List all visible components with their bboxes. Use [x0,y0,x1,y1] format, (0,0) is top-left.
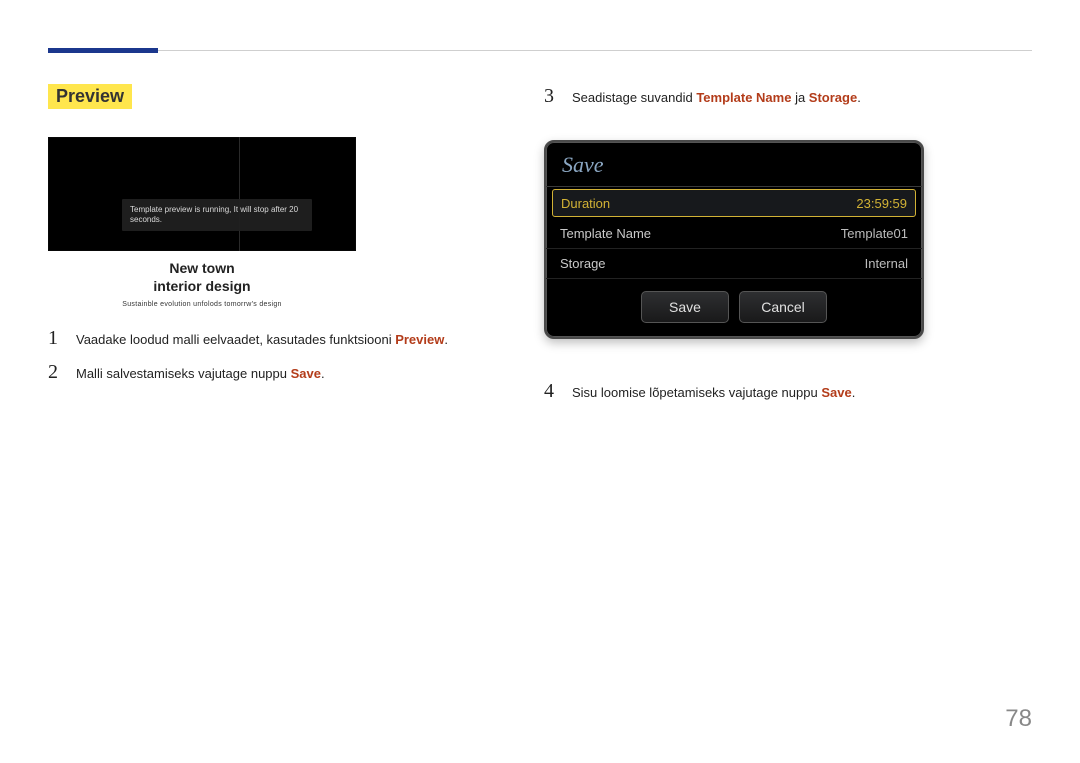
caption-tagline: Sustainble evolution unfolods tomorrw's … [48,301,356,308]
section-title: Preview [48,84,132,109]
step-text-prefix: Seadistage suvandid [572,90,696,105]
dialog-title: Save [546,142,922,187]
preview-screenshot: Template preview is running, It will sto… [48,137,356,251]
preview-toast: Template preview is running, It will sto… [122,199,312,231]
save-button[interactable]: Save [641,291,729,323]
rule-line [48,50,1032,51]
page-number: 78 [1005,705,1032,733]
left-column: Preview Template preview is running, It … [48,84,516,413]
row-value: Template01 [841,226,908,241]
row-value: Internal [865,256,908,271]
step-4: 4 Sisu loomise lõpetamiseks vajutage nup… [544,379,1012,405]
step-number: 4 [544,379,558,405]
step-3: 3 Seadistage suvandid Template Name ja S… [544,84,1012,110]
cancel-button[interactable]: Cancel [739,291,827,323]
step-keyword: Template Name [696,90,791,105]
step-text-prefix: Malli salvestamiseks vajutage nuppu [76,366,291,381]
step-text-suffix: . [444,332,448,347]
step-1: 1 Vaadake loodud malli eelvaadet, kasuta… [48,326,516,352]
step-text-suffix: . [852,385,856,400]
right-steps-bottom: 4 Sisu loomise lõpetamiseks vajutage nup… [544,379,1012,405]
preview-caption: New town interior design Sustainble evol… [48,259,356,308]
right-steps-top: 3 Seadistage suvandid Template Name ja S… [544,84,1012,110]
step-text-mid: ja [791,90,808,105]
step-number: 1 [48,326,62,352]
step-text: Vaadake loodud malli eelvaadet, kasutade… [76,326,448,352]
rule-accent [48,48,158,53]
step-text-suffix: . [857,90,861,105]
step-text-prefix: Vaadake loodud malli eelvaadet, kasutade… [76,332,395,347]
dialog-row-template-name[interactable]: Template Name Template01 [546,219,922,249]
left-steps: 1 Vaadake loodud malli eelvaadet, kasuta… [48,326,516,386]
step-text-suffix: . [321,366,325,381]
step-keyword: Save [291,366,321,381]
preview-divider [239,137,240,251]
dialog-row-duration[interactable]: Duration 23:59:59 [552,189,916,217]
row-label: Duration [561,196,610,211]
step-text: Sisu loomise lõpetamiseks vajutage nuppu… [572,379,855,405]
step-text: Malli salvestamiseks vajutage nuppu Save… [76,360,325,386]
save-dialog-screenshot: Save Duration 23:59:59 Template Name Tem… [544,140,924,339]
step-keyword-2: Storage [809,90,857,105]
row-value: 23:59:59 [856,196,907,211]
caption-line-1: New town [48,259,356,277]
page: Preview Template preview is running, It … [0,0,1080,413]
dialog-row-storage[interactable]: Storage Internal [546,249,922,279]
step-text-prefix: Sisu loomise lõpetamiseks vajutage nuppu [572,385,821,400]
step-number: 3 [544,84,558,110]
columns: Preview Template preview is running, It … [48,84,1032,413]
step-keyword: Save [821,385,851,400]
step-keyword: Preview [395,332,444,347]
row-label: Storage [560,256,606,271]
right-column: 3 Seadistage suvandid Template Name ja S… [544,84,1012,413]
step-text: Seadistage suvandid Template Name ja Sto… [572,84,861,110]
row-label: Template Name [560,226,651,241]
step-2: 2 Malli salvestamiseks vajutage nuppu Sa… [48,360,516,386]
caption-line-2: interior design [48,277,356,295]
top-rule [48,48,1032,58]
step-number: 2 [48,360,62,386]
dialog-buttons: Save Cancel [546,291,922,323]
